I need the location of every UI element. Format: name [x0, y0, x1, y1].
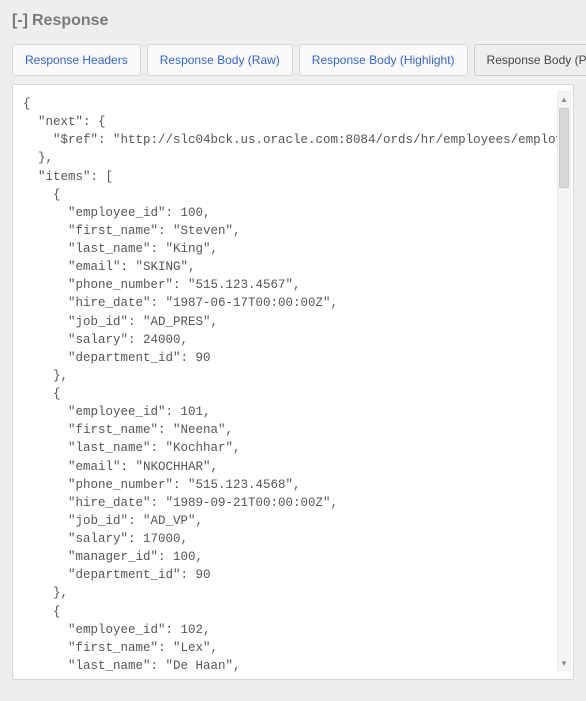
vertical-scrollbar[interactable]: ▲ ▼ [557, 91, 571, 671]
scrollbar-up-arrow-icon[interactable]: ▲ [558, 92, 570, 106]
tab-response-body-highlight[interactable]: Response Body (Highlight) [299, 44, 468, 76]
tab-response-headers[interactable]: Response Headers [12, 44, 141, 76]
scrollbar-down-arrow-icon[interactable]: ▼ [558, 656, 570, 670]
tabs-row: Response Headers Response Body (Raw) Res… [12, 44, 574, 76]
panel-header: [-] Response [12, 12, 574, 30]
response-panel: [-] Response Response Headers Response B… [0, 0, 586, 680]
tab-response-body-raw[interactable]: Response Body (Raw) [147, 44, 293, 76]
panel-title-text: Response [32, 12, 108, 30]
scrollbar-thumb[interactable] [559, 108, 569, 188]
tab-response-body-preview[interactable]: Response Body (Preview) [474, 44, 586, 76]
json-preview-text: { "next": { "$ref": "http://slc04bck.us.… [23, 95, 563, 675]
response-content-box: { "next": { "$ref": "http://slc04bck.us.… [12, 84, 574, 680]
collapse-toggle-icon[interactable]: [-] [12, 12, 28, 30]
